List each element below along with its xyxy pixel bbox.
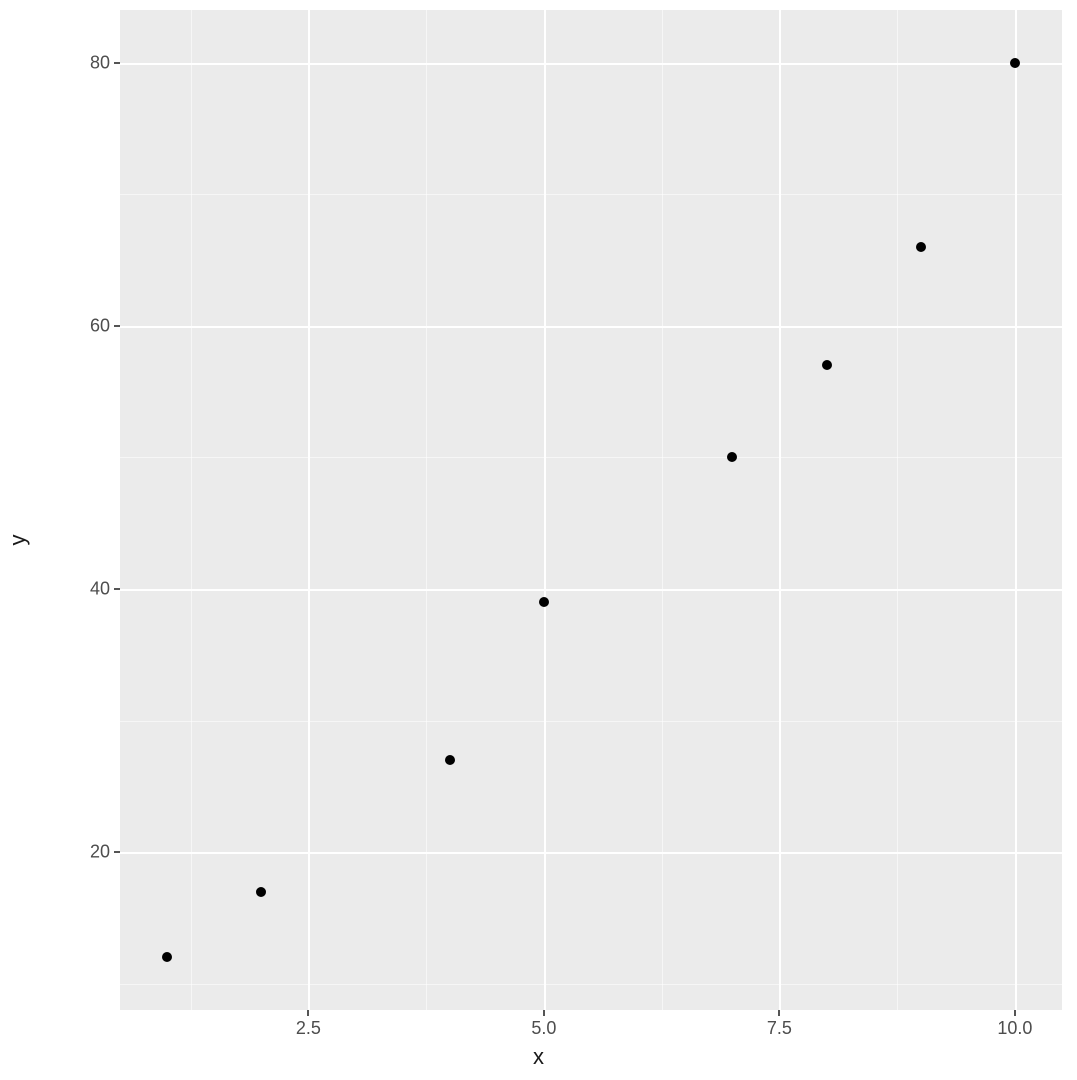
x-tick-mark <box>1014 1010 1016 1016</box>
data-point <box>539 597 549 607</box>
grid-minor-h <box>120 721 1062 722</box>
grid-major-h <box>120 326 1062 328</box>
y-tick-label: 20 <box>90 842 110 863</box>
grid-major-v <box>308 10 310 1010</box>
grid-major-h <box>120 852 1062 854</box>
plot-panel: 2.55.07.510.020406080 <box>120 10 1062 1010</box>
x-tick-label: 10.0 <box>997 1018 1032 1039</box>
grid-minor-v <box>662 10 663 1010</box>
data-point <box>256 887 266 897</box>
data-point <box>1010 58 1020 68</box>
x-tick-mark <box>778 1010 780 1016</box>
x-tick-label: 5.0 <box>531 1018 556 1039</box>
data-point <box>727 452 737 462</box>
y-tick-label: 80 <box>90 52 110 73</box>
grid-minor-v <box>897 10 898 1010</box>
x-tick-label: 2.5 <box>296 1018 321 1039</box>
x-tick-label: 7.5 <box>767 1018 792 1039</box>
y-tick-label: 40 <box>90 578 110 599</box>
grid-minor-h <box>120 984 1062 985</box>
grid-major-h <box>120 63 1062 65</box>
grid-major-v <box>779 10 781 1010</box>
x-tick-mark <box>543 1010 545 1016</box>
data-point <box>162 952 172 962</box>
grid-minor-v <box>191 10 192 1010</box>
grid-minor-h <box>120 457 1062 458</box>
grid-major-v <box>1015 10 1017 1010</box>
x-axis-title: x <box>533 1044 544 1070</box>
data-point <box>916 242 926 252</box>
data-point <box>822 360 832 370</box>
scatter-chart: y x 2.55.07.510.020406080 <box>0 0 1077 1080</box>
grid-major-v <box>544 10 546 1010</box>
data-point <box>445 755 455 765</box>
y-tick-label: 60 <box>90 315 110 336</box>
grid-minor-v <box>426 10 427 1010</box>
y-tick-mark <box>114 851 120 853</box>
grid-minor-h <box>120 194 1062 195</box>
grid-major-h <box>120 589 1062 591</box>
x-tick-mark <box>307 1010 309 1016</box>
y-tick-mark <box>114 62 120 64</box>
y-tick-mark <box>114 588 120 590</box>
y-axis-title: y <box>5 535 31 546</box>
y-tick-mark <box>114 325 120 327</box>
